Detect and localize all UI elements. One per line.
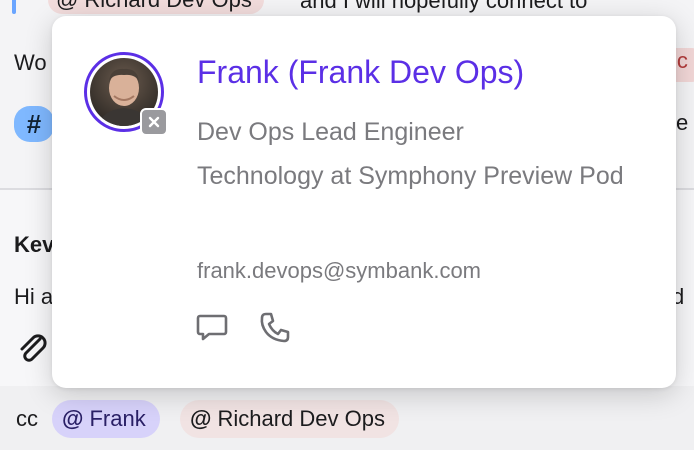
status-offline-icon — [140, 108, 168, 136]
profile-card: Frank (Frank Dev Ops) Dev Ops Lead Engin… — [52, 16, 676, 388]
hashtag-chip[interactable]: # — [14, 106, 54, 142]
message-text: and I will hopefully connect to — [300, 0, 588, 13]
message-author[interactable]: Kev — [14, 232, 54, 258]
department: Technology at Symphony Preview Pod — [197, 162, 624, 190]
mention-label: Richard Dev Ops — [84, 0, 252, 13]
profile-email[interactable]: frank.devops@symbank.com — [197, 258, 481, 284]
message-text-fragment: Wo — [14, 50, 47, 75]
chat-bubble-icon[interactable] — [195, 310, 229, 344]
message-text-fragment: e — [676, 110, 689, 135]
at-icon: @ — [62, 406, 84, 431]
cc-label: cc — [16, 406, 38, 431]
hashtag-icon: # — [26, 108, 42, 139]
mention-label: Richard Dev Ops — [217, 406, 385, 431]
profile-job: Dev Ops Lead Engineer Technology at Symp… — [197, 110, 647, 198]
job-title: Dev Ops Lead Engineer — [197, 118, 464, 146]
mention-pill-frank[interactable]: @ Frank — [52, 400, 160, 438]
at-icon: @ — [190, 406, 212, 431]
mention-pill-richard[interactable]: @ Richard Dev Ops — [180, 400, 399, 438]
paperclip-icon[interactable] — [14, 330, 50, 366]
quote-bar — [12, 0, 16, 14]
phone-icon[interactable] — [258, 310, 292, 344]
mention-pill[interactable]: @ Richard Dev Ops — [48, 0, 264, 14]
profile-name[interactable]: Frank (Frank Dev Ops) — [197, 54, 524, 91]
mention-label: Frank — [89, 406, 146, 431]
message-text: Hi a — [14, 284, 54, 309]
at-icon: @ — [56, 0, 78, 13]
